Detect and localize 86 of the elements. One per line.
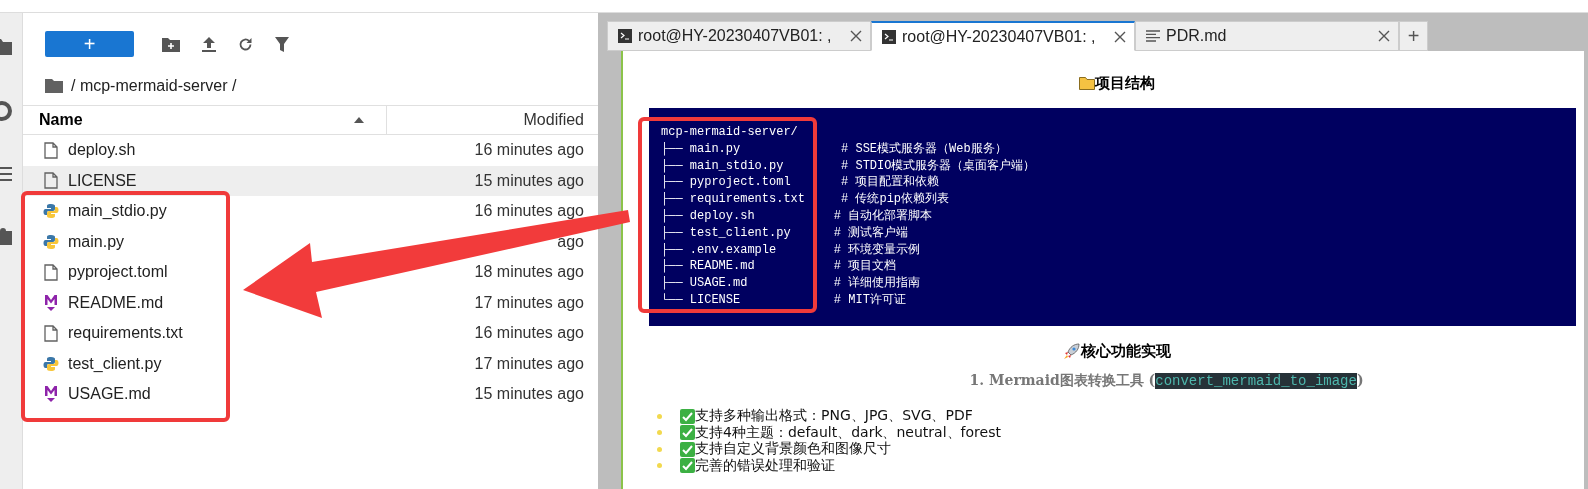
tab[interactable]: root@HY-20230407VB01: ,	[607, 21, 871, 51]
new-folder-icon[interactable]	[162, 36, 180, 52]
file-row[interactable]: deploy.sh 16 minutes ago	[23, 135, 598, 166]
file-icon	[43, 324, 59, 342]
list-item-text: 支持自定义背景颜色和图像尺寸	[695, 440, 891, 458]
file-name: USAGE.md	[68, 385, 152, 404]
file-row[interactable]: LICENSE 15 minutes ago	[23, 165, 598, 196]
code-line: ├── pyproject.toml # 项目配置和依赖	[661, 174, 941, 192]
file-name: main.py	[68, 232, 126, 251]
bullet-icon	[657, 430, 662, 436]
code-line: ├── .env.example # 环境变量示例	[661, 241, 922, 259]
code-line: └── LICENSE # MIT许可证	[661, 291, 907, 309]
check-mark-icon	[680, 441, 695, 457]
terminal-icon	[618, 29, 632, 43]
file-name: test_client.py	[68, 354, 163, 373]
bullet-icon	[657, 413, 662, 419]
file-row[interactable]: requirements.txt 16 minutes ago	[23, 318, 598, 349]
check-mark-icon	[680, 458, 695, 474]
breadcrumb[interactable]: / mcp-mermaid-server /	[71, 77, 237, 95]
check-mark-icon	[680, 425, 695, 441]
section-heading: 项目结构	[1094, 73, 1155, 93]
column-header[interactable]: Modified	[387, 111, 598, 129]
new-launcher-button[interactable]: +	[45, 31, 134, 57]
refresh-icon[interactable]	[238, 36, 253, 52]
code-line: ├── USAGE.md # 详细使用指南	[661, 275, 922, 292]
python-icon	[43, 233, 59, 250]
file-row[interactable]: main.py ago	[23, 226, 598, 257]
file-row[interactable]: USAGE.md 15 minutes ago	[23, 379, 598, 410]
python-icon	[43, 203, 59, 220]
list-item-text: 支持4种主题：default、dark、neutral、forest	[695, 423, 1001, 441]
file-name: deploy.sh	[68, 141, 137, 160]
close-icon[interactable]	[1378, 30, 1390, 42]
python-icon	[43, 355, 59, 372]
file-name: main_stdio.py	[68, 202, 168, 221]
file-row[interactable]: README.md 17 minutes ago	[23, 287, 598, 318]
file-name: pyproject.toml	[68, 263, 169, 282]
markdown-icon	[43, 293, 59, 312]
modified-time: 16 minutes ago	[474, 141, 585, 160]
bullet-icon	[657, 463, 662, 469]
modified-time: 16 minutes ago	[474, 324, 585, 343]
code-line: ├── requirements.txt # 传统pip依赖列表	[661, 191, 951, 208]
file-icon	[43, 141, 59, 159]
close-icon[interactable]	[1114, 30, 1126, 43]
new-tab-button[interactable]: +	[1399, 21, 1428, 51]
modified-time: 18 minutes ago	[474, 263, 585, 282]
code-line: mcp-mermaid-server/	[661, 124, 799, 141]
file-row[interactable]: main_stdio.py 16 minutes ago	[23, 196, 598, 227]
file-icon	[43, 263, 59, 281]
modified-time: 15 minutes ago	[474, 171, 585, 190]
sort-ascending-icon	[354, 117, 364, 123]
code-line: ├── main_stdio.py # STDIO模式服务器（桌面客户端）	[661, 157, 1037, 175]
markdown-icon	[43, 385, 59, 404]
rocket-icon	[1062, 342, 1081, 360]
tab[interactable]: root@HY-20230407VB01: ,	[871, 21, 1135, 51]
file-name: README.md	[68, 293, 165, 312]
folder-icon	[45, 79, 63, 93]
terminal-icon	[882, 29, 896, 44]
modified-time: 17 minutes ago	[474, 354, 585, 373]
folder-icon[interactable]	[0, 37, 12, 55]
file-name: LICENSE	[68, 171, 138, 190]
list-icon[interactable]	[0, 167, 12, 181]
modified-time: 16 minutes ago	[474, 202, 585, 221]
bullet-icon	[657, 446, 662, 452]
subheading: 1. Mermaid图表转换工具 (convert_mermaid_to_image)	[968, 372, 1365, 390]
filter-icon[interactable]	[275, 36, 289, 52]
upload-icon[interactable]	[202, 36, 216, 52]
modified-time: 17 minutes ago	[474, 293, 585, 312]
code-line: ├── main.py # SSE模式服务器（Web服务）	[661, 140, 1008, 158]
code-line: ├── README.md # 项目文档	[661, 258, 898, 276]
code-line: ├── deploy.sh # 自动化部署脚本	[661, 208, 934, 225]
file-name: requirements.txt	[68, 324, 184, 343]
section-heading: 核心功能实现	[1080, 341, 1171, 361]
list-item-text: 支持多种输出格式：PNG、JPG、SVG、PDF	[695, 407, 973, 425]
close-icon[interactable]	[850, 30, 862, 42]
document-icon	[1146, 30, 1160, 42]
modified-time: 15 minutes ago	[474, 385, 585, 404]
check-mark-icon	[680, 408, 695, 424]
file-row[interactable]: test_client.py 17 minutes ago	[23, 348, 598, 379]
file-row[interactable]: pyproject.toml 18 minutes ago	[23, 257, 598, 288]
folder-icon	[1078, 76, 1095, 90]
tab[interactable]: PDR.md	[1135, 21, 1399, 51]
code-line: ├── test_client.py # 测试客户端	[661, 224, 910, 242]
file-icon	[43, 172, 59, 190]
list-item-text: 完善的错误处理和验证	[695, 456, 835, 475]
column-header[interactable]: Name	[23, 106, 387, 134]
modified-time: ago	[557, 232, 585, 251]
